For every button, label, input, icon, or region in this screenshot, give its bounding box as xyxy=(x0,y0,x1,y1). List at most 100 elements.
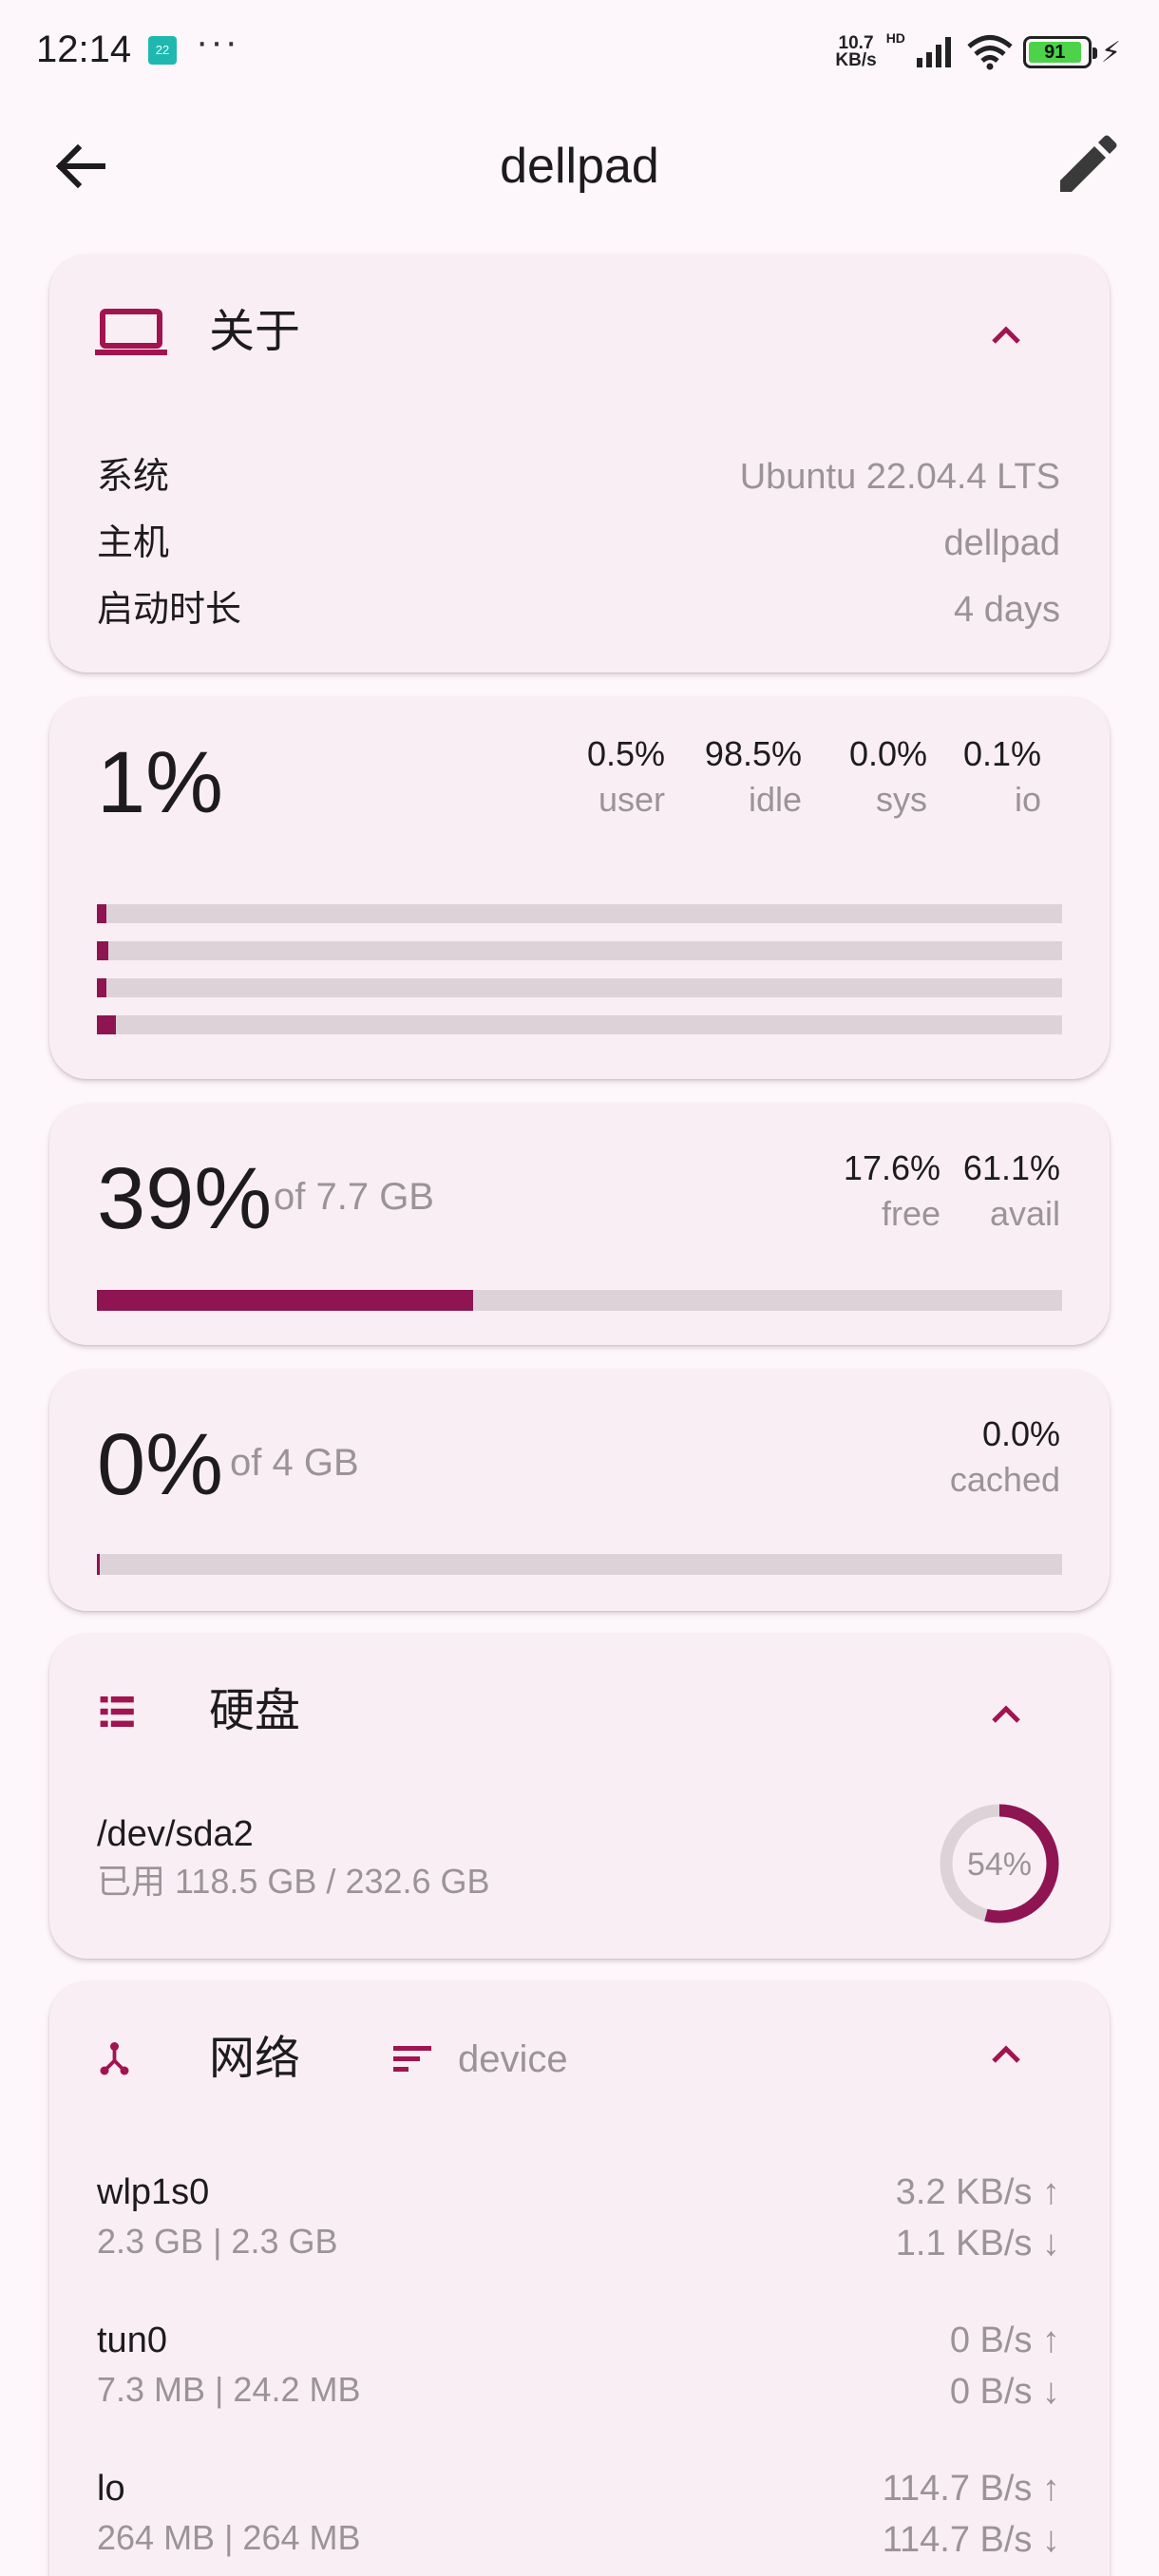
network-device-name: tun0 xyxy=(97,2320,167,2360)
network-item-tun0: tun0 7.3 MB | 24.2 MB 0 B/s ↑ 0 B/s ↓ xyxy=(97,2316,1060,2420)
swap-usage-bar-fill xyxy=(97,1554,101,1575)
stat-label: avail xyxy=(989,1194,1060,1233)
stat-label: sys xyxy=(876,780,927,819)
network-device-total: 2.3 GB | 2.3 GB xyxy=(97,2222,338,2261)
hd-label: HD xyxy=(885,30,905,46)
memory-stat-free: 17.6% free xyxy=(844,1146,940,1237)
about-key: 启动时长 xyxy=(97,590,242,630)
network-card-header[interactable]: 网络 device xyxy=(49,1981,1110,2138)
network-item-wlp1s0: wlp1s0 2.3 GB | 2.3 GB 3.2 KB/s ↑ 1.1 KB… xyxy=(97,2168,1060,2272)
more-notifications-icon: ··· xyxy=(196,21,239,63)
status-bar: 12:14 22 ··· 10.7 KB/s HD 91 ⚡ xyxy=(0,0,1159,104)
network-device-total: 7.3 MB | 24.2 MB xyxy=(97,2370,361,2409)
stat-value: 0.0% xyxy=(981,1414,1060,1453)
storage-list-icon xyxy=(100,1696,134,1727)
about-value: Ubuntu 22.04.4 LTS xyxy=(739,457,1060,497)
cpu-core-bar xyxy=(97,904,1062,923)
disk-used-text: 已用 118.5 GB / 232.6 GB xyxy=(97,1862,490,1901)
network-device-name: lo xyxy=(97,2469,125,2509)
chevron-up-icon[interactable] xyxy=(982,2031,1030,2078)
about-value: dellpad xyxy=(943,523,1060,563)
network-upload-speed: 3.2 KB/s ↑ xyxy=(895,2172,1060,2212)
swap-total: of 4 GB xyxy=(230,1442,359,1484)
memory-total: of 7.7 GB xyxy=(274,1176,434,1218)
about-card: 关于 系统 Ubuntu 22.04.4 LTS 主机 dellpad 启动时长… xyxy=(49,255,1110,672)
stat-value: 0.0% xyxy=(848,734,927,773)
battery-level: 91 xyxy=(1028,42,1081,63)
cpu-core-bar xyxy=(97,1015,1062,1034)
memory-stat-avail: 61.1% avail xyxy=(963,1146,1060,1237)
network-speed-unit: KB/s xyxy=(835,50,877,70)
cpu-core-bar-fill xyxy=(97,904,107,923)
network-speed: 10.7 KB/s xyxy=(835,34,877,70)
about-row-os: 系统 Ubuntu 22.04.4 LTS xyxy=(97,448,1060,505)
notification-app-icon: 22 xyxy=(148,36,177,65)
stat-label: io xyxy=(1014,780,1041,819)
cpu-stat-io: 0.1% io xyxy=(963,731,1041,823)
stat-value: 61.1% xyxy=(962,1148,1060,1187)
cpu-stat-user: 0.5% user xyxy=(587,731,665,823)
page-title: dellpad xyxy=(500,139,659,194)
about-key: 系统 xyxy=(97,457,170,497)
cpu-core-bar-fill xyxy=(97,941,109,960)
network-download-speed: 114.7 B/s ↓ xyxy=(882,2520,1060,2560)
disk-card-header[interactable]: 硬盘 xyxy=(49,1634,1110,1790)
app-bar: dellpad xyxy=(0,104,1159,223)
memory-usage-bar-fill xyxy=(97,1290,474,1311)
disk-title: 硬盘 xyxy=(209,1686,301,1736)
memory-card[interactable]: 39% of 7.7 GB 17.6% free 61.1% avail xyxy=(49,1104,1110,1345)
stat-value: 98.5% xyxy=(704,734,802,773)
laptop-icon xyxy=(95,309,167,355)
edit-pencil-icon[interactable] xyxy=(1051,131,1121,201)
cpu-core-bar-fill xyxy=(97,1015,117,1034)
about-value: 4 days xyxy=(954,590,1060,630)
status-icons: 10.7 KB/s HD 91 ⚡ xyxy=(835,28,1121,76)
swap-percent: 0% xyxy=(97,1416,223,1513)
wifi-icon xyxy=(967,35,1013,70)
signal-icon xyxy=(916,37,951,67)
about-card-header[interactable]: 关于 xyxy=(49,255,1110,411)
stat-value: 17.6% xyxy=(843,1148,940,1187)
sort-icon[interactable] xyxy=(391,2038,433,2080)
sort-label[interactable]: device xyxy=(458,2031,568,2088)
disk-card: 硬盘 /dev/sda2 已用 118.5 GB / 232.6 GB 54% xyxy=(49,1634,1110,1959)
stat-label: user xyxy=(598,780,665,819)
swap-card[interactable]: 0% of 4 GB 0.0% cached xyxy=(49,1370,1110,1611)
stat-value: 0.1% xyxy=(962,734,1041,773)
about-key: 主机 xyxy=(97,523,170,563)
cpu-stat-sys: 0.0% sys xyxy=(849,731,927,823)
cpu-percent: 1% xyxy=(97,734,223,831)
network-upload-speed: 114.7 B/s ↑ xyxy=(882,2469,1060,2509)
network-title: 网络 xyxy=(209,2034,301,2084)
network-download-speed: 0 B/s ↓ xyxy=(949,2372,1060,2412)
network-item-lo: lo 264 MB | 264 MB 114.7 B/s ↑ 114.7 B/s… xyxy=(97,2464,1060,2568)
network-hub-icon xyxy=(100,2042,129,2075)
stat-value: 0.5% xyxy=(586,734,665,773)
status-time: 12:14 xyxy=(36,28,132,70)
cpu-core-bar xyxy=(97,941,1062,960)
about-title: 关于 xyxy=(209,307,301,357)
swap-stat-cached: 0.0% cached xyxy=(950,1411,1060,1503)
network-device-total: 264 MB | 264 MB xyxy=(97,2518,361,2557)
about-row-host: 主机 dellpad xyxy=(97,515,1060,572)
network-card: 网络 device wlp1s0 2.3 GB | 2.3 GB 3.2 KB/… xyxy=(49,1981,1110,2576)
disk-device-name: /dev/sda2 xyxy=(97,1814,254,1854)
disk-usage-ring: 54% xyxy=(940,1804,1059,1923)
battery-icon: 91 xyxy=(1022,36,1097,68)
memory-percent: 39% xyxy=(97,1150,273,1247)
cpu-card[interactable]: 1% 0.5% user 98.5% idle 0.0% sys 0.1% io xyxy=(49,697,1110,1079)
network-device-name: wlp1s0 xyxy=(97,2172,210,2212)
chevron-up-icon[interactable] xyxy=(982,312,1030,359)
about-row-uptime: 启动时长 4 days xyxy=(97,581,1060,638)
charging-icon: ⚡ xyxy=(1100,36,1121,68)
cpu-core-bar-fill xyxy=(97,978,107,997)
stat-label: idle xyxy=(748,780,802,819)
stat-label: cached xyxy=(949,1460,1060,1499)
chevron-up-icon[interactable] xyxy=(982,1691,1030,1738)
cpu-core-bar xyxy=(97,978,1062,997)
swap-usage-bar xyxy=(97,1554,1062,1575)
cpu-stat-idle: 98.5% idle xyxy=(705,731,802,823)
network-upload-speed: 0 B/s ↑ xyxy=(949,2320,1060,2360)
network-download-speed: 1.1 KB/s ↓ xyxy=(895,2224,1060,2263)
disk-usage-percent: 54% xyxy=(967,1847,1032,1883)
